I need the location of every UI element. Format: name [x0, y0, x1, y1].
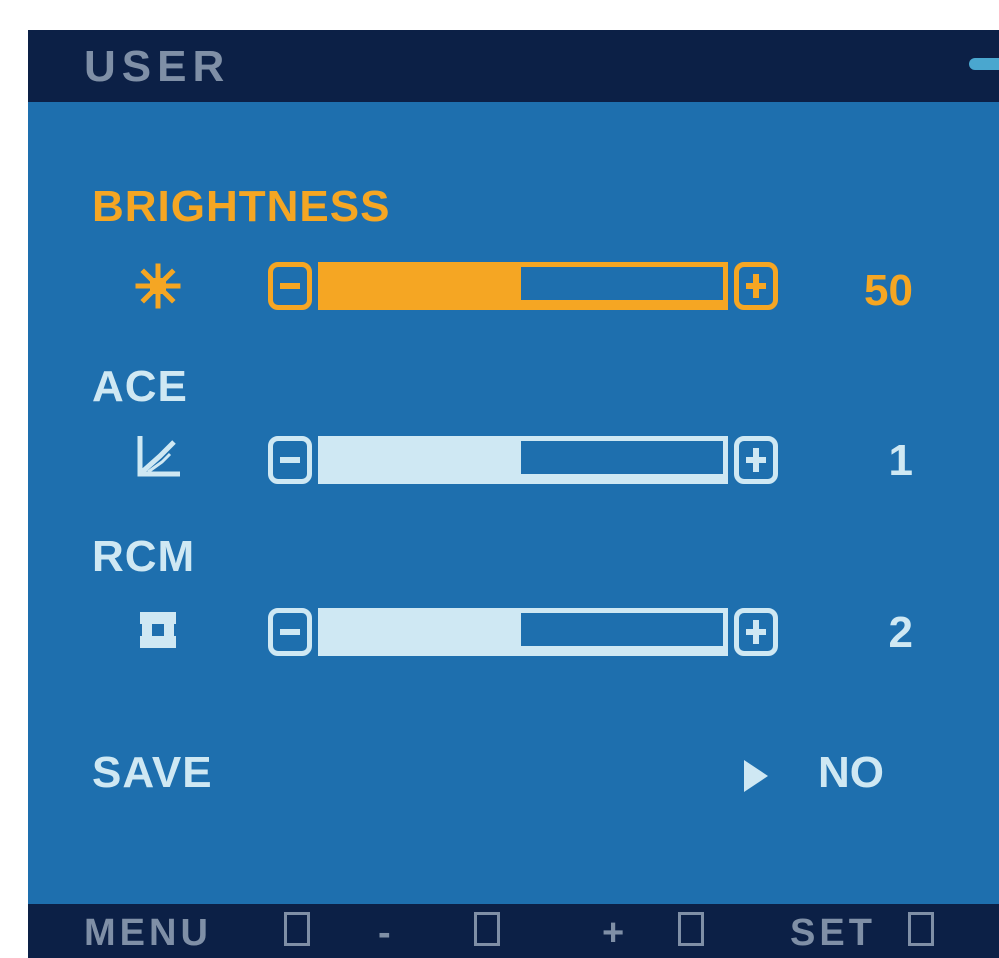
- ace-track[interactable]: [318, 436, 728, 484]
- brightness-track[interactable]: [318, 262, 728, 310]
- ace-label[interactable]: ACE: [92, 362, 188, 412]
- sun-icon: [135, 263, 181, 309]
- rcm-value: 2: [888, 608, 913, 657]
- button-guide-bar: MENU - + SET: [28, 904, 999, 958]
- minus-key-icon: [474, 912, 500, 946]
- title-bar: USER: [28, 30, 999, 102]
- contrast-curve-icon: [137, 436, 180, 477]
- color-square-icon: [136, 612, 180, 648]
- rcm-label[interactable]: RCM: [92, 532, 195, 582]
- brightness-value: 50: [864, 266, 913, 315]
- ace-increase-button[interactable]: [734, 436, 778, 484]
- ace-decrease-button[interactable]: [268, 436, 312, 484]
- ace-value: 1: [888, 436, 913, 485]
- plus-button-label[interactable]: +: [602, 912, 628, 955]
- brightness-decrease-button[interactable]: [268, 262, 312, 310]
- rcm-track[interactable]: [318, 608, 728, 656]
- osd-panel: USER BRIGHTNESS 50 ACE 1 RCM 2 SAVE NO M…: [28, 30, 999, 958]
- rcm-increase-button[interactable]: [734, 608, 778, 656]
- brightness-label[interactable]: BRIGHTNESS: [92, 182, 390, 232]
- plus-key-icon: [678, 912, 704, 946]
- menu-title: USER: [84, 42, 231, 91]
- menu-key-icon: [284, 912, 310, 946]
- arrow-right-icon: [744, 760, 768, 792]
- scroll-indicator: [969, 58, 999, 70]
- rcm-decrease-button[interactable]: [268, 608, 312, 656]
- save-value[interactable]: NO: [818, 748, 884, 798]
- brightness-slider[interactable]: [268, 262, 778, 314]
- menu-button-label[interactable]: MENU: [84, 912, 212, 955]
- ace-slider[interactable]: [268, 436, 778, 488]
- brightness-increase-button[interactable]: [734, 262, 778, 310]
- set-button-label[interactable]: SET: [790, 912, 876, 955]
- minus-button-label[interactable]: -: [378, 912, 395, 955]
- set-key-icon: [908, 912, 934, 946]
- save-label[interactable]: SAVE: [92, 748, 213, 798]
- rcm-slider[interactable]: [268, 608, 778, 660]
